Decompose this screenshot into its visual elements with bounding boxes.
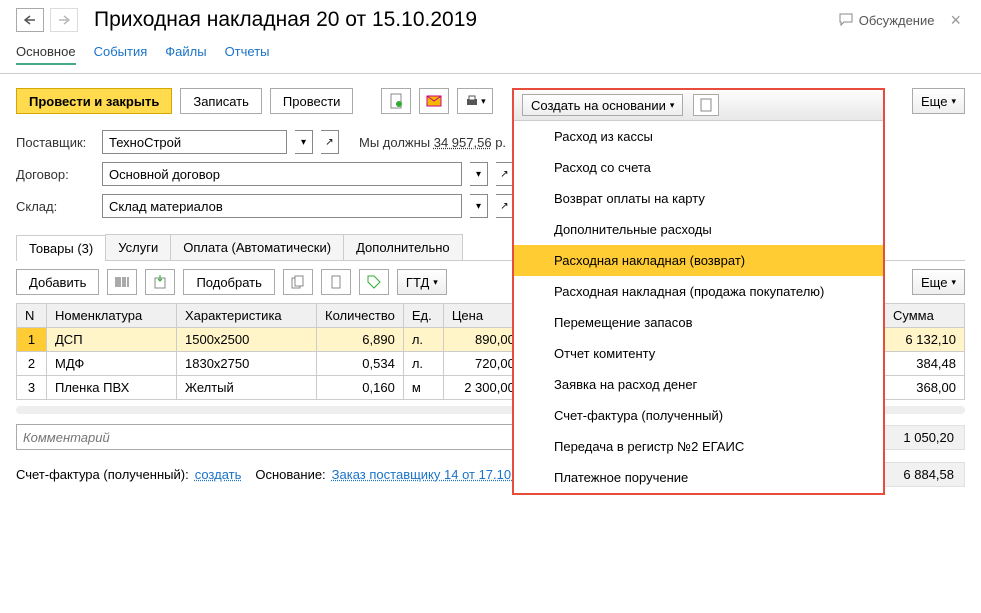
supplier-field[interactable] bbox=[102, 130, 287, 154]
save-button[interactable]: Записать bbox=[180, 88, 262, 114]
invoice-label: Счет-фактура (полученный): bbox=[16, 467, 189, 482]
menu-item[interactable]: Возврат оплаты на карту bbox=[514, 183, 883, 214]
arrow-right-icon bbox=[58, 15, 70, 25]
contract-dropdown[interactable]: ▾ bbox=[470, 162, 488, 186]
warehouse-dropdown[interactable]: ▾ bbox=[470, 194, 488, 218]
paste-button[interactable] bbox=[321, 269, 351, 295]
debt-info: Мы должны 34 957,56 р. bbox=[359, 135, 506, 150]
subtab-extra[interactable]: Дополнительно bbox=[343, 234, 463, 260]
pick-button[interactable]: Подобрать bbox=[183, 269, 274, 295]
page-title: Приходная накладная 20 от 15.10.2019 bbox=[94, 8, 833, 32]
menu-item[interactable]: Перемещение запасов bbox=[514, 307, 883, 338]
warehouse-label: Склад: bbox=[16, 199, 94, 214]
attach-button[interactable] bbox=[381, 88, 411, 114]
create-based-menu: Создать на основании▾ Расход из кассыРас… bbox=[512, 88, 885, 495]
tab-main[interactable]: Основное bbox=[16, 40, 76, 65]
printer-icon bbox=[465, 94, 479, 108]
contract-field[interactable] bbox=[102, 162, 462, 186]
supplier-label: Поставщик: bbox=[16, 135, 94, 150]
supplier-open[interactable]: ↗ bbox=[321, 130, 339, 154]
nav-forward-button[interactable] bbox=[50, 8, 78, 32]
col-qty[interactable]: Количество bbox=[317, 304, 404, 328]
price-button[interactable] bbox=[359, 269, 389, 295]
print-button[interactable]: ▾ bbox=[457, 88, 493, 114]
close-button[interactable]: × bbox=[946, 10, 965, 31]
post-close-button[interactable]: Провести и закрыть bbox=[16, 88, 172, 114]
menu-header-button[interactable]: Создать на основании▾ bbox=[522, 94, 683, 116]
import-icon bbox=[154, 275, 166, 289]
barcode-icon bbox=[115, 276, 129, 288]
menu-item[interactable]: Счет-фактура (полученный) bbox=[514, 400, 883, 431]
subtab-goods[interactable]: Товары (3) bbox=[16, 235, 106, 261]
import-button[interactable] bbox=[145, 269, 175, 295]
contract-label: Договор: bbox=[16, 167, 94, 182]
menu-item[interactable]: Заявка на расход денег bbox=[514, 369, 883, 400]
email-button[interactable] bbox=[419, 88, 449, 114]
col-n[interactable]: N bbox=[17, 304, 47, 328]
basis-label: Основание: bbox=[255, 467, 325, 482]
col-unit[interactable]: Ед. bbox=[403, 304, 443, 328]
copy-icon bbox=[291, 275, 305, 289]
subtab-services[interactable]: Услуги bbox=[105, 234, 171, 260]
nav-back-button[interactable] bbox=[16, 8, 44, 32]
menu-item[interactable]: Дополнительные расходы bbox=[514, 214, 883, 245]
gtd-button[interactable]: ГТД ▾ bbox=[397, 269, 447, 295]
debt-link[interactable]: 34 957,56 bbox=[434, 135, 492, 150]
col-nomen[interactable]: Номенклатура bbox=[47, 304, 177, 328]
copy-button[interactable] bbox=[283, 269, 313, 295]
document-icon bbox=[389, 93, 403, 109]
subtab-payment[interactable]: Оплата (Автоматически) bbox=[170, 234, 344, 260]
menu-item[interactable]: Передача в регистр №2 ЕГАИС bbox=[514, 431, 883, 462]
discuss-button[interactable]: Обсуждение bbox=[839, 13, 935, 28]
menu-report-button[interactable] bbox=[693, 94, 719, 116]
post-button[interactable]: Провести bbox=[270, 88, 354, 114]
tab-reports[interactable]: Отчеты bbox=[225, 40, 270, 65]
tab-files[interactable]: Файлы bbox=[165, 40, 206, 65]
tag-icon bbox=[367, 275, 381, 289]
menu-item[interactable]: Отчет комитенту bbox=[514, 338, 883, 369]
warehouse-field[interactable] bbox=[102, 194, 462, 218]
add-row-button[interactable]: Добавить bbox=[16, 269, 99, 295]
invoice-create-link[interactable]: создать bbox=[195, 467, 242, 482]
barcode-button[interactable] bbox=[107, 269, 137, 295]
menu-item[interactable]: Платежное поручение bbox=[514, 462, 883, 493]
col-sum[interactable]: Сумма bbox=[885, 304, 965, 328]
chevron-down-icon: ▾ bbox=[951, 96, 956, 107]
report-icon bbox=[700, 98, 712, 112]
menu-item[interactable]: Расходная накладная (продажа покупателю) bbox=[514, 276, 883, 307]
col-char[interactable]: Характеристика bbox=[177, 304, 317, 328]
chat-icon bbox=[839, 13, 855, 27]
arrow-left-icon bbox=[24, 15, 36, 25]
menu-item[interactable]: Расход из кассы bbox=[514, 121, 883, 152]
menu-item[interactable]: Расход со счета bbox=[514, 152, 883, 183]
more-button[interactable]: Еще ▾ bbox=[912, 88, 965, 114]
tab-events[interactable]: События bbox=[94, 40, 148, 65]
basis-link[interactable]: Заказ поставщику 14 от 17.10.20... bbox=[332, 467, 540, 482]
supplier-dropdown[interactable]: ▾ bbox=[295, 130, 313, 154]
comment-field[interactable] bbox=[16, 424, 530, 450]
table-more-button[interactable]: Еще ▾ bbox=[912, 269, 965, 295]
envelope-icon bbox=[426, 95, 442, 107]
paste-icon bbox=[329, 275, 343, 289]
menu-item[interactable]: Расходная накладная (возврат) bbox=[514, 245, 883, 276]
